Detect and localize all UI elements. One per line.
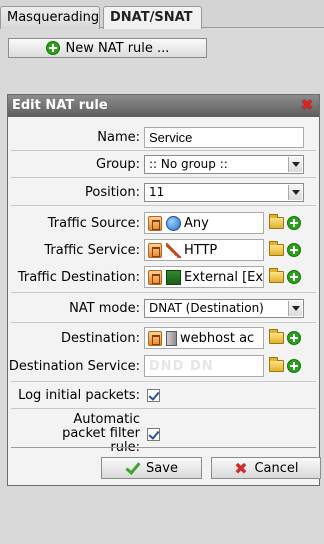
chevron-down-icon	[288, 301, 302, 316]
plus-icon	[45, 41, 60, 55]
folder-icon[interactable]	[269, 268, 284, 283]
dialog-title: Edit NAT rule	[12, 98, 108, 113]
name-label: Name:	[97, 130, 140, 145]
globe-icon	[166, 215, 181, 231]
auto-filter-row: Automatic packet filter rule:	[8, 413, 319, 455]
traffic-source-row: Traffic Source: Any	[8, 212, 319, 234]
add-icon[interactable]	[287, 216, 301, 230]
divider	[11, 408, 316, 409]
divider	[11, 150, 316, 151]
close-icon[interactable]: ✖	[299, 97, 315, 113]
divider	[11, 322, 316, 323]
traffic-destination-field[interactable]: External [Ex	[144, 266, 264, 288]
trash-icon[interactable]	[148, 330, 162, 346]
dialog-title-bar: Edit NAT rule ✖	[8, 95, 319, 117]
folder-icon[interactable]	[269, 329, 284, 344]
add-icon[interactable]	[287, 359, 301, 373]
new-nat-rule-button[interactable]: New NAT rule ...	[8, 38, 207, 58]
group-select[interactable]: :: No group ::	[144, 155, 304, 174]
save-label: Save	[146, 460, 178, 476]
divider	[11, 205, 316, 206]
network-icon	[166, 269, 181, 285]
divider	[11, 177, 316, 178]
nat-mode-select-value: DNAT (Destination)	[149, 301, 264, 315]
auto-filter-label: Automatic packet filter rule:	[62, 412, 140, 455]
position-row: Position: 11	[8, 183, 319, 202]
drop-zone-placeholder: DND DN	[149, 358, 214, 374]
cancel-button[interactable]: ✖ Cancel	[211, 457, 321, 479]
add-icon[interactable]	[287, 270, 301, 284]
tab-dnat-snat[interactable]: DNAT/SNAT	[103, 6, 202, 29]
traffic-service-field[interactable]: HTTP	[144, 239, 264, 261]
position-select-value: 11	[149, 185, 165, 199]
traffic-service-row: Traffic Service: HTTP	[8, 239, 319, 261]
traffic-destination-row: Traffic Destination: External [Ex	[8, 266, 319, 288]
tab-bar: Masquerading DNAT/SNAT	[0, 0, 324, 29]
folder-icon[interactable]	[269, 214, 284, 229]
cancel-label: Cancel	[254, 460, 299, 476]
traffic-source-field[interactable]: Any	[144, 212, 264, 234]
server-icon	[166, 330, 177, 346]
destination-service-row: Destination Service: DND DN	[8, 355, 319, 377]
traffic-source-value: Any	[184, 215, 209, 231]
nat-mode-label: NAT mode:	[69, 301, 140, 316]
add-icon[interactable]	[287, 243, 301, 257]
destination-row: Destination: webhost ac	[8, 327, 319, 349]
dialog-footer: Save ✖ Cancel	[101, 457, 321, 479]
folder-icon[interactable]	[269, 357, 284, 372]
divider	[11, 447, 316, 448]
nat-mode-row: NAT mode: DNAT (Destination)	[8, 299, 319, 318]
divider	[11, 292, 316, 293]
destination-label: Destination:	[61, 330, 140, 346]
name-input[interactable]	[144, 127, 304, 148]
destination-field[interactable]: webhost ac	[144, 327, 264, 349]
auto-filter-checkbox[interactable]	[147, 427, 160, 441]
traffic-service-value: HTTP	[184, 242, 218, 258]
trash-icon[interactable]	[148, 269, 162, 285]
position-label: Position:	[85, 185, 140, 200]
log-initial-label: Log initial packets:	[18, 388, 140, 403]
folder-icon[interactable]	[269, 241, 284, 256]
divider	[11, 381, 316, 382]
checkmark-icon	[125, 462, 140, 474]
destination-value: webhost ac	[180, 330, 255, 346]
tab-masquerading[interactable]: Masquerading	[0, 6, 100, 29]
edit-nat-rule-dialog: Edit NAT rule ✖ Name: Group: :: No group…	[7, 94, 321, 486]
group-label: Group:	[96, 157, 140, 172]
chevron-down-icon	[288, 157, 302, 172]
log-initial-row: Log initial packets:	[8, 388, 319, 403]
destination-service-field[interactable]: DND DN	[144, 355, 264, 377]
group-select-value: :: No group ::	[149, 157, 228, 171]
group-row: Group: :: No group ::	[8, 155, 319, 174]
destination-service-label: Destination Service:	[8, 358, 140, 374]
cancel-icon: ✖	[234, 458, 248, 478]
traffic-service-label: Traffic Service:	[44, 242, 140, 258]
position-select[interactable]: 11	[144, 183, 304, 202]
name-row: Name:	[8, 127, 319, 148]
trash-icon[interactable]	[148, 242, 162, 258]
chevron-down-icon	[288, 185, 302, 200]
log-initial-checkbox[interactable]	[147, 389, 160, 402]
traffic-destination-label: Traffic Destination:	[17, 269, 140, 285]
save-button[interactable]: Save	[101, 457, 202, 479]
add-icon[interactable]	[287, 331, 301, 345]
pen-icon	[166, 242, 181, 258]
traffic-destination-value: External [Ex	[184, 269, 264, 285]
new-nat-rule-label: New NAT rule ...	[65, 40, 170, 56]
nat-mode-select[interactable]: DNAT (Destination)	[144, 299, 304, 318]
traffic-source-label: Traffic Source:	[47, 215, 140, 231]
trash-icon[interactable]	[148, 215, 162, 231]
